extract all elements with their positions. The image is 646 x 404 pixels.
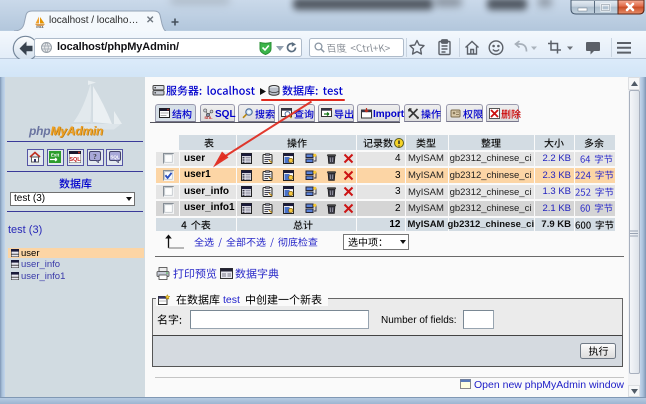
svg-text:?: ? — [93, 153, 97, 161]
svg-text:SQL: SQL — [69, 157, 81, 163]
svg-text:PMA: PMA — [36, 25, 44, 28]
svg-text:Exit: Exit — [51, 153, 60, 158]
svg-text:SQL: SQL — [110, 155, 120, 160]
